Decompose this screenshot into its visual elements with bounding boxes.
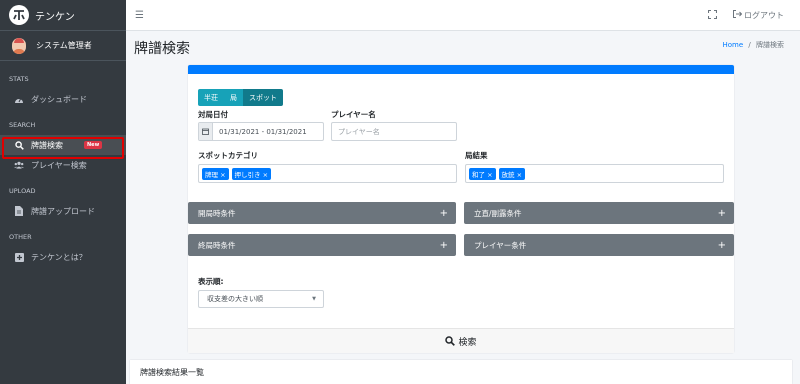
breadcrumb-current: 牌譜検索	[756, 41, 784, 49]
date-range-value: 01/31/2021 - 01/31/2021	[219, 127, 307, 136]
player-placeholder: プレイヤー名	[338, 127, 380, 136]
search-button-label: 検索	[458, 337, 477, 348]
spot-category-select[interactable]: 牌理 × 押し引き ×	[198, 164, 457, 183]
tag-agari[interactable]: 和了 ×	[469, 167, 496, 180]
collapse-player-conditions[interactable]: プレイヤー条件 +	[464, 234, 734, 256]
fullscreen-icon[interactable]	[707, 9, 718, 21]
sidebar: テンケン システム管理者 STATS ダッシュボード SEARCH 牌譜検索 N…	[0, 0, 126, 384]
topbar: ☰ ログアウト	[126, 0, 800, 31]
player-label: プレイヤー名	[331, 110, 376, 119]
sidebar-item-dashboard[interactable]: ダッシュボード	[0, 89, 126, 109]
logout-link[interactable]: ログアウト	[733, 10, 784, 21]
sort-label: 表示順:	[198, 277, 224, 286]
sidebar-item-label: 牌譜アップロード	[31, 206, 95, 216]
nav-header-upload: UPLOAD	[9, 187, 36, 195]
mode-button-group: 半荘 局 スポット	[198, 89, 283, 106]
content-area: 牌譜検索 Home / 牌譜検索 半荘 局 スポット 対局日付 01/31/20…	[126, 31, 800, 384]
hamburger-menu-icon[interactable]: ☰	[135, 10, 144, 21]
collapse-end-conditions[interactable]: 終局時条件 +	[188, 234, 456, 256]
collapse-label: 終局時条件	[198, 240, 236, 250]
sort-order-select[interactable]: 収支差の大きい順 ▼	[198, 290, 324, 308]
result-label: 局結果	[465, 151, 488, 160]
date-label: 対局日付	[198, 110, 228, 119]
search-button[interactable]: 検索	[188, 328, 734, 353]
plus-icon: +	[439, 207, 448, 219]
spot-category-label: スポットカテゴリ	[198, 151, 258, 160]
calendar-icon	[199, 123, 213, 140]
brand-name: テンケン	[35, 11, 75, 23]
tag-hairi[interactable]: 牌理 ×	[202, 167, 229, 180]
avatar	[12, 37, 26, 54]
plus-icon: +	[717, 207, 726, 219]
tachometer-icon	[14, 94, 24, 104]
sort-order-value: 収支差の大きい順	[207, 295, 263, 303]
file-icon	[14, 206, 24, 216]
highlight-box	[2, 137, 124, 159]
date-range-input[interactable]: 01/31/2021 - 01/31/2021	[198, 122, 324, 141]
users-icon	[14, 160, 24, 170]
sidebar-item-label: ダッシュボード	[31, 94, 87, 104]
plus-icon: +	[717, 239, 726, 251]
nav-header-other: OTHER	[9, 233, 32, 241]
plus-icon: +	[439, 239, 448, 251]
tag-houjuu[interactable]: 放銃 ×	[498, 167, 526, 180]
mode-button-hanchan[interactable]: 半荘	[198, 89, 224, 106]
sidebar-item-label: テンケンとは？	[31, 252, 87, 262]
tag-oshihiki[interactable]: 押し引き ×	[231, 167, 272, 180]
breadcrumb-separator: /	[748, 41, 751, 49]
search-form-card: 半荘 局 スポット 対局日付 01/31/2021 - 01/31/2021 プ…	[188, 65, 734, 353]
user-panel[interactable]: システム管理者	[0, 31, 126, 61]
logout-label: ログアウト	[744, 10, 784, 20]
player-name-input[interactable]: プレイヤー名	[331, 122, 457, 141]
sidebar-item-label: プレイヤー検索	[31, 160, 87, 170]
plus-square-icon	[14, 252, 24, 262]
results-card: 牌譜検索結果一覧	[130, 360, 792, 384]
collapse-label: プレイヤー条件	[474, 240, 527, 250]
collapse-start-conditions[interactable]: 開局時条件 +	[188, 202, 456, 224]
collapse-label: 立直/副露条件	[474, 208, 522, 218]
sidebar-item-upload[interactable]: 牌譜アップロード	[0, 201, 126, 221]
mode-button-spot[interactable]: スポット	[243, 89, 283, 106]
sidebar-item-about[interactable]: テンケンとは？	[0, 247, 126, 267]
chevron-down-icon: ▼	[312, 296, 316, 302]
nav-header-stats: STATS	[9, 75, 29, 83]
breadcrumb: Home / 牌譜検索	[723, 40, 785, 50]
nav-header-search: SEARCH	[9, 121, 36, 129]
breadcrumb-home[interactable]: Home	[723, 41, 744, 49]
logo-icon	[9, 5, 29, 25]
collapse-riichi-conditions[interactable]: 立直/副露条件 +	[464, 202, 734, 224]
card-accent-bar	[188, 65, 734, 74]
result-select[interactable]: 和了 × 放銃 ×	[465, 164, 724, 183]
sign-out-icon	[733, 10, 743, 20]
mode-button-kyoku[interactable]: 局	[224, 89, 243, 106]
user-name: システム管理者	[36, 41, 92, 50]
brand[interactable]: テンケン	[0, 0, 126, 31]
search-icon	[445, 336, 456, 346]
collapse-label: 開局時条件	[198, 208, 236, 218]
results-title: 牌譜検索結果一覧	[140, 367, 204, 377]
page-title: 牌譜検索	[134, 41, 190, 57]
